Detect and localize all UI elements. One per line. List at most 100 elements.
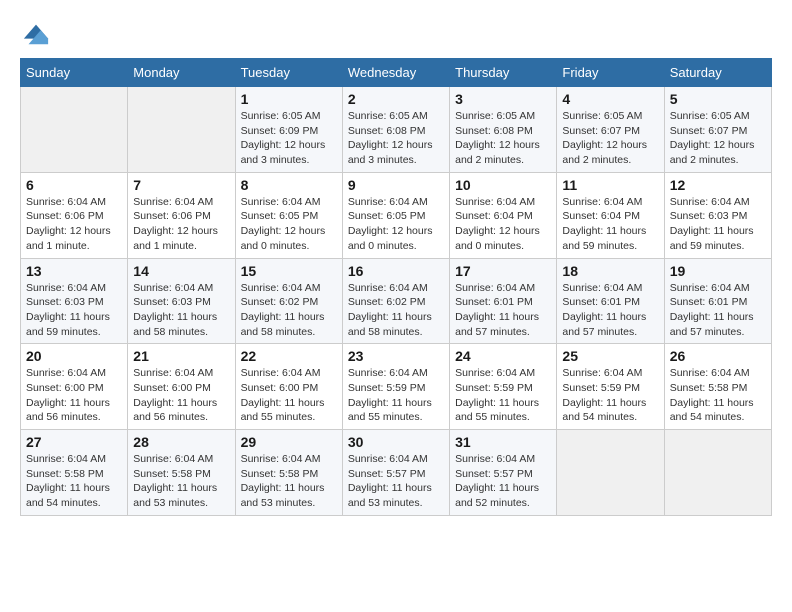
day-info: Sunrise: 6:04 AMSunset: 6:06 PMDaylight:… xyxy=(26,195,122,254)
weekday-header: Saturday xyxy=(664,59,771,87)
weekday-header: Thursday xyxy=(450,59,557,87)
day-info: Sunrise: 6:04 AMSunset: 5:57 PMDaylight:… xyxy=(455,452,551,511)
day-info: Sunrise: 6:04 AMSunset: 5:58 PMDaylight:… xyxy=(241,452,337,511)
day-number: 23 xyxy=(348,348,444,364)
day-info: Sunrise: 6:05 AMSunset: 6:09 PMDaylight:… xyxy=(241,109,337,168)
day-info: Sunrise: 6:04 AMSunset: 5:57 PMDaylight:… xyxy=(348,452,444,511)
calendar-cell: 16Sunrise: 6:04 AMSunset: 6:02 PMDayligh… xyxy=(342,258,449,344)
day-number: 21 xyxy=(133,348,229,364)
day-number: 6 xyxy=(26,177,122,193)
weekday-header: Monday xyxy=(128,59,235,87)
calendar-cell: 5 Sunrise: 6:05 AMSunset: 6:07 PMDaylight… xyxy=(664,87,771,173)
calendar-cell: 2Sunrise: 6:05 AMSunset: 6:08 PMDaylight… xyxy=(342,87,449,173)
day-number: 10 xyxy=(455,177,551,193)
calendar-cell: 1 Sunrise: 6:05 AMSunset: 6:09 PMDaylight… xyxy=(235,87,342,173)
day-number: 30 xyxy=(348,434,444,450)
day-info: Sunrise: 6:04 AMSunset: 6:02 PMDaylight:… xyxy=(241,281,337,340)
day-number: 11 xyxy=(562,177,658,193)
day-number: 19 xyxy=(670,263,766,279)
day-number: 4 xyxy=(562,91,658,107)
day-number: 25 xyxy=(562,348,658,364)
calendar-cell: 27 Sunrise: 6:04 AMSunset: 5:58 PMDayligh… xyxy=(21,430,128,516)
calendar-cell: 13Sunrise: 6:04 AMSunset: 6:03 PMDayligh… xyxy=(21,258,128,344)
day-number: 28 xyxy=(133,434,229,450)
calendar-cell: 26 Sunrise: 6:04 AMSunset: 5:58 PMDayligh… xyxy=(664,344,771,430)
day-number: 3 xyxy=(455,91,551,107)
day-number: 14 xyxy=(133,263,229,279)
calendar-cell: 28 Sunrise: 6:04 AMSunset: 5:58 PMDayligh… xyxy=(128,430,235,516)
calendar-cell xyxy=(557,430,664,516)
calendar-cell: 7 Sunrise: 6:04 AMSunset: 6:06 PMDaylight… xyxy=(128,172,235,258)
day-number: 7 xyxy=(133,177,229,193)
weekday-header: Friday xyxy=(557,59,664,87)
calendar-cell xyxy=(664,430,771,516)
day-number: 13 xyxy=(26,263,122,279)
calendar-cell: 25 Sunrise: 6:04 AMSunset: 5:59 PMDayligh… xyxy=(557,344,664,430)
day-info: Sunrise: 6:04 AMSunset: 5:59 PMDaylight:… xyxy=(348,366,444,425)
day-info: Sunrise: 6:04 AMSunset: 6:05 PMDaylight:… xyxy=(241,195,337,254)
weekday-header: Wednesday xyxy=(342,59,449,87)
calendar-cell: 19Sunrise: 6:04 AMSunset: 6:01 PMDayligh… xyxy=(664,258,771,344)
calendar-week-row: 1 Sunrise: 6:05 AMSunset: 6:09 PMDaylight… xyxy=(21,87,772,173)
calendar-cell: 11 Sunrise: 6:04 AMSunset: 6:04 PMDayligh… xyxy=(557,172,664,258)
day-number: 12 xyxy=(670,177,766,193)
day-info: Sunrise: 6:04 AMSunset: 6:00 PMDaylight:… xyxy=(241,366,337,425)
day-number: 31 xyxy=(455,434,551,450)
day-info: Sunrise: 6:04 AMSunset: 6:00 PMDaylight:… xyxy=(26,366,122,425)
calendar-cell: 4 Sunrise: 6:05 AMSunset: 6:07 PMDaylight… xyxy=(557,87,664,173)
day-number: 27 xyxy=(26,434,122,450)
day-info: Sunrise: 6:04 AMSunset: 6:03 PMDaylight:… xyxy=(670,195,766,254)
weekday-header: Sunday xyxy=(21,59,128,87)
day-info: Sunrise: 6:04 AMSunset: 6:03 PMDaylight:… xyxy=(133,281,229,340)
day-number: 5 xyxy=(670,91,766,107)
day-info: Sunrise: 6:04 AMSunset: 6:01 PMDaylight:… xyxy=(455,281,551,340)
day-number: 29 xyxy=(241,434,337,450)
day-info: Sunrise: 6:04 AMSunset: 6:04 PMDaylight:… xyxy=(562,195,658,254)
calendar-cell: 22 Sunrise: 6:04 AMSunset: 6:00 PMDayligh… xyxy=(235,344,342,430)
day-number: 26 xyxy=(670,348,766,364)
day-info: Sunrise: 6:04 AMSunset: 5:59 PMDaylight:… xyxy=(562,366,658,425)
calendar-cell: 6 Sunrise: 6:04 AMSunset: 6:06 PMDaylight… xyxy=(21,172,128,258)
calendar-cell: 21 Sunrise: 6:04 AMSunset: 6:00 PMDayligh… xyxy=(128,344,235,430)
day-info: Sunrise: 6:05 AMSunset: 6:07 PMDaylight:… xyxy=(670,109,766,168)
calendar-cell: 30 Sunrise: 6:04 AMSunset: 5:57 PMDayligh… xyxy=(342,430,449,516)
calendar-cell: 8Sunrise: 6:04 AMSunset: 6:05 PMDaylight… xyxy=(235,172,342,258)
day-number: 15 xyxy=(241,263,337,279)
calendar-cell: 31 Sunrise: 6:04 AMSunset: 5:57 PMDayligh… xyxy=(450,430,557,516)
calendar-cell: 15 Sunrise: 6:04 AMSunset: 6:02 PMDayligh… xyxy=(235,258,342,344)
calendar-cell: 10 Sunrise: 6:04 AMSunset: 6:04 PMDayligh… xyxy=(450,172,557,258)
day-info: Sunrise: 6:05 AMSunset: 6:07 PMDaylight:… xyxy=(562,109,658,168)
calendar-cell: 23 Sunrise: 6:04 AMSunset: 5:59 PMDayligh… xyxy=(342,344,449,430)
calendar-table: SundayMondayTuesdayWednesdayThursdayFrid… xyxy=(20,58,772,516)
calendar-cell: 12 Sunrise: 6:04 AMSunset: 6:03 PMDayligh… xyxy=(664,172,771,258)
calendar-cell: 17 Sunrise: 6:04 AMSunset: 6:01 PMDayligh… xyxy=(450,258,557,344)
calendar-cell: 29 Sunrise: 6:04 AMSunset: 5:58 PMDayligh… xyxy=(235,430,342,516)
day-number: 20 xyxy=(26,348,122,364)
calendar-cell: 14 Sunrise: 6:04 AMSunset: 6:03 PMDayligh… xyxy=(128,258,235,344)
day-number: 22 xyxy=(241,348,337,364)
day-info: Sunrise: 6:04 AMSunset: 5:59 PMDaylight:… xyxy=(455,366,551,425)
day-number: 17 xyxy=(455,263,551,279)
day-info: Sunrise: 6:04 AMSunset: 6:04 PMDaylight:… xyxy=(455,195,551,254)
day-info: Sunrise: 6:04 AMSunset: 5:58 PMDaylight:… xyxy=(670,366,766,425)
weekday-header: Tuesday xyxy=(235,59,342,87)
calendar-cell: 9Sunrise: 6:04 AMSunset: 6:05 PMDaylight… xyxy=(342,172,449,258)
logo-icon xyxy=(22,20,50,48)
weekday-header-row: SundayMondayTuesdayWednesdayThursdayFrid… xyxy=(21,59,772,87)
day-info: Sunrise: 6:04 AMSunset: 6:00 PMDaylight:… xyxy=(133,366,229,425)
day-info: Sunrise: 6:04 AMSunset: 5:58 PMDaylight:… xyxy=(26,452,122,511)
calendar-week-row: 20 Sunrise: 6:04 AMSunset: 6:00 PMDayligh… xyxy=(21,344,772,430)
calendar-cell: 18Sunrise: 6:04 AMSunset: 6:01 PMDayligh… xyxy=(557,258,664,344)
calendar-cell: 3 Sunrise: 6:05 AMSunset: 6:08 PMDaylight… xyxy=(450,87,557,173)
day-number: 1 xyxy=(241,91,337,107)
day-number: 18 xyxy=(562,263,658,279)
day-info: Sunrise: 6:04 AMSunset: 6:05 PMDaylight:… xyxy=(348,195,444,254)
day-info: Sunrise: 6:04 AMSunset: 5:58 PMDaylight:… xyxy=(133,452,229,511)
calendar-cell xyxy=(21,87,128,173)
day-info: Sunrise: 6:04 AMSunset: 6:02 PMDaylight:… xyxy=(348,281,444,340)
day-info: Sunrise: 6:04 AMSunset: 6:06 PMDaylight:… xyxy=(133,195,229,254)
logo xyxy=(20,20,50,48)
day-number: 2 xyxy=(348,91,444,107)
calendar-cell xyxy=(128,87,235,173)
day-info: Sunrise: 6:05 AMSunset: 6:08 PMDaylight:… xyxy=(455,109,551,168)
